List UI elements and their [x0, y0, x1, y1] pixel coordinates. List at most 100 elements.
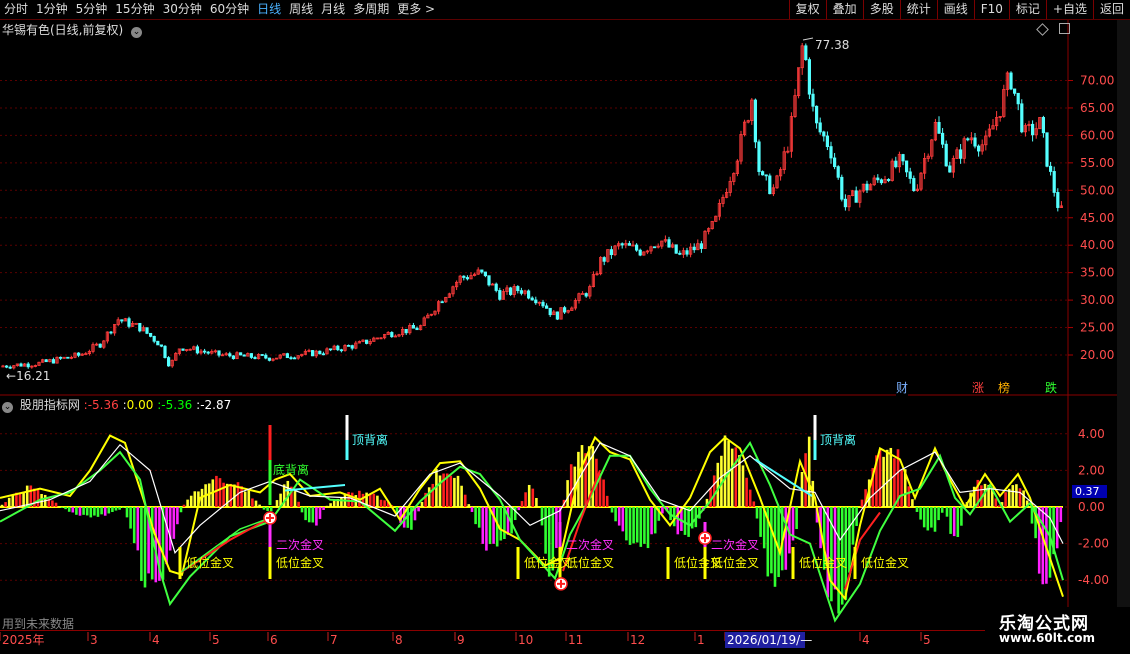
- indicator-bar: [957, 507, 960, 537]
- indicator-axis-label: -2.00: [1078, 537, 1109, 551]
- period-tab-4[interactable]: 30分钟: [163, 1, 202, 18]
- indicator-value-4: -2.87: [200, 398, 231, 412]
- period-tab-8[interactable]: 月线: [321, 1, 345, 18]
- indicator-bar: [333, 501, 336, 507]
- candle-body: [909, 172, 911, 179]
- candle-body: [167, 358, 169, 366]
- indicator-bar: [432, 484, 435, 507]
- indicator-bar: [886, 450, 889, 507]
- indicator-bar: [934, 507, 937, 532]
- indicator-bar: [521, 501, 524, 507]
- candle-body: [808, 60, 810, 95]
- signal-marker: [346, 440, 349, 460]
- candle-body: [232, 356, 234, 359]
- tool-button-6[interactable]: 标记: [1009, 0, 1046, 19]
- indicator-bar: [1004, 492, 1007, 507]
- tool-button-1[interactable]: 叠加: [826, 0, 863, 19]
- diamond-icon[interactable]: [1036, 23, 1049, 36]
- candle-body: [207, 352, 209, 353]
- tool-button-5[interactable]: F10: [974, 0, 1009, 19]
- price-axis-label: 55.00: [1080, 156, 1114, 170]
- candle-body: [146, 328, 148, 334]
- chevron-down-icon[interactable]: ⌄: [2, 402, 13, 413]
- period-tab-2[interactable]: 5分钟: [76, 1, 108, 18]
- indicator-bar: [474, 507, 477, 524]
- candle-body: [938, 122, 940, 133]
- indicator-bar: [566, 480, 569, 507]
- low-cross-label: 低位金叉: [276, 555, 324, 570]
- tool-button-4[interactable]: 画线: [937, 0, 974, 19]
- period-tab-7[interactable]: 周线: [289, 1, 313, 18]
- chart-canvas[interactable]: 70.0065.0060.0055.0050.0045.0040.0035.00…: [0, 20, 1117, 630]
- period-tab-1[interactable]: 1分钟: [36, 1, 68, 18]
- candle-body: [416, 328, 418, 329]
- indicator-bar: [471, 507, 474, 512]
- indicator-axis-label: 4.00: [1078, 427, 1105, 441]
- cross-plus-icon: [264, 512, 276, 524]
- indicator-bar: [97, 507, 100, 517]
- indicator-bar: [240, 486, 243, 507]
- chevron-down-icon[interactable]: ⌄: [131, 27, 142, 38]
- tool-button-0[interactable]: 复权: [789, 0, 826, 19]
- indicator-bar: [183, 505, 186, 507]
- finance-marker[interactable]: 财: [896, 379, 908, 396]
- indicator-bar: [834, 507, 837, 589]
- indicator-bar: [329, 503, 332, 507]
- indicator-bar: [677, 507, 680, 534]
- fall-marker[interactable]: 跌: [1045, 379, 1057, 396]
- candle-body: [265, 355, 267, 358]
- period-tab-6[interactable]: 日线: [257, 1, 281, 18]
- candle-body: [974, 138, 976, 146]
- tool-button-7[interactable]: +自选: [1046, 0, 1093, 19]
- indicator-bar: [770, 507, 773, 573]
- tool-button-2[interactable]: 多股: [863, 0, 900, 19]
- indicator-bar: [687, 507, 690, 537]
- indicator-bar: [654, 507, 657, 533]
- candle-body: [628, 244, 630, 246]
- low-cross-label: 低位金叉: [711, 555, 759, 570]
- candle-body: [286, 354, 288, 358]
- indicator-bar: [373, 494, 376, 507]
- candle-body: [542, 302, 544, 306]
- candle-body: [160, 345, 162, 346]
- signal-marker: [517, 547, 520, 579]
- indicator-bar: [485, 507, 488, 551]
- tool-button-3[interactable]: 统计: [900, 0, 937, 19]
- tool-button-8[interactable]: 返回: [1093, 0, 1130, 19]
- stock-title[interactable]: 华锡有色(日线,前复权): [2, 23, 123, 37]
- period-tab-5[interactable]: 60分钟: [210, 1, 249, 18]
- candle-body: [412, 325, 414, 328]
- indicator-name[interactable]: 股朋指标网: [20, 398, 80, 412]
- candle-body: [128, 319, 130, 327]
- indicator-bar: [340, 497, 343, 507]
- indicator-bar: [79, 507, 82, 516]
- timeline-label: 12: [630, 633, 645, 647]
- chart-area[interactable]: 70.0065.0060.0055.0050.0045.0040.0035.00…: [0, 20, 1117, 630]
- period-tab-10[interactable]: 更多 >: [397, 1, 435, 18]
- indicator-bar: [169, 507, 172, 551]
- candle-body: [290, 358, 292, 359]
- right-scroll-strip[interactable]: [1117, 20, 1130, 630]
- candle-body: [322, 354, 324, 355]
- period-tab-0[interactable]: 分时: [4, 1, 28, 18]
- indicator-bar: [618, 507, 621, 526]
- price-axis-label: 45.00: [1080, 211, 1114, 225]
- period-tab-9[interactable]: 多周期: [353, 1, 389, 18]
- indicator-bar: [37, 489, 40, 507]
- indicator-bar: [753, 501, 756, 507]
- period-tab-3[interactable]: 15分钟: [115, 1, 154, 18]
- candle-body: [1057, 192, 1059, 207]
- maximize-icon[interactable]: [1059, 23, 1070, 34]
- indicator-bar: [949, 507, 952, 534]
- candle-body: [837, 167, 839, 178]
- rank-marker[interactable]: 榜: [998, 379, 1010, 396]
- candle-body: [1021, 104, 1023, 132]
- indicator-bar: [100, 507, 103, 514]
- timeline-label: 4: [862, 633, 870, 647]
- rise-marker[interactable]: 涨: [972, 379, 984, 396]
- candle-body: [164, 346, 166, 357]
- indicator-bar: [713, 475, 716, 507]
- indicator-bar: [468, 504, 471, 507]
- period-tabs: 分时 1分钟 5分钟 15分钟 30分钟 60分钟日线周线月线多周期更多 >: [4, 1, 443, 18]
- timeline-label: 7: [330, 633, 338, 647]
